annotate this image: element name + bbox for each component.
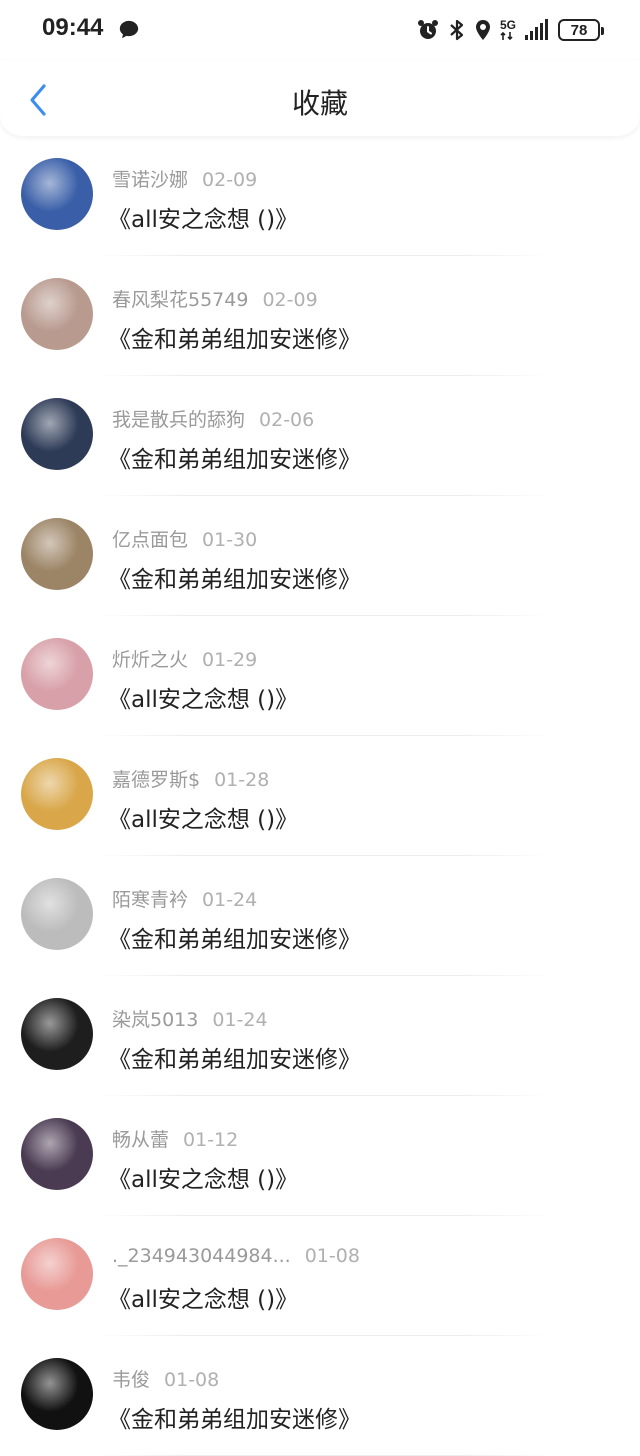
network-indicator: 5G (500, 19, 516, 41)
item-date: 02-06 (259, 409, 315, 431)
list-item[interactable]: 春风梨花55749 02-09 《金和弟弟组加安迷修》 (0, 256, 640, 376)
avatar[interactable] (21, 1118, 93, 1190)
alarm-icon (417, 20, 438, 39)
bluetooth-icon (450, 19, 464, 41)
item-title: 《金和弟弟组加安迷修》 (108, 447, 361, 473)
item-meta: 染岚5013 01-24 (112, 1005, 268, 1032)
list-item[interactable]: 陌寒青衿 01-24 《金和弟弟组加安迷修》 (0, 856, 640, 976)
battery-indicator: 78 (558, 19, 604, 41)
item-title: 《all安之念想 ()》 (108, 687, 299, 713)
item-date: 01-08 (304, 1245, 360, 1267)
avatar[interactable] (21, 758, 93, 830)
item-title: 《all安之念想 ()》 (108, 1167, 299, 1193)
username: 陌寒青衿 (112, 889, 189, 911)
status-time: 09:44 (42, 14, 104, 41)
location-icon (475, 20, 490, 40)
item-date: 01-08 (164, 1369, 220, 1391)
item-date: 01-28 (214, 769, 270, 791)
item-title: 《金和弟弟组加安迷修》 (108, 327, 361, 353)
avatar[interactable] (21, 878, 93, 950)
list-item[interactable]: ._234943044984... 01-08 《all安之念想 ()》 (0, 1216, 640, 1336)
list-item[interactable]: 染岚5013 01-24 《金和弟弟组加安迷修》 (0, 976, 640, 1096)
username: 染岚5013 (112, 1009, 199, 1031)
item-date: 01-30 (202, 529, 258, 551)
username: 畅从蕾 (112, 1129, 170, 1151)
avatar[interactable] (21, 1358, 93, 1430)
username: 嘉德罗斯$ (112, 769, 201, 791)
header: 收藏 (0, 60, 640, 136)
item-date: 01-24 (202, 889, 258, 911)
item-date: 01-24 (212, 1009, 268, 1031)
item-meta: 韦俊 01-08 (112, 1365, 219, 1392)
avatar[interactable] (21, 158, 93, 230)
item-date: 01-29 (202, 649, 258, 671)
item-meta: 炘炘之火 01-29 (112, 645, 257, 672)
list-item[interactable]: 嘉德罗斯$ 01-28 《all安之念想 ()》 (0, 736, 640, 856)
avatar[interactable] (21, 1238, 93, 1310)
battery-level: 78 (570, 21, 588, 39)
username: 我是散兵的舔狗 (112, 409, 246, 431)
username: 雪诺沙娜 (112, 169, 189, 191)
item-title: 《金和弟弟组加安迷修》 (108, 1407, 361, 1433)
username: 炘炘之火 (112, 649, 189, 671)
avatar[interactable] (21, 278, 93, 350)
username: 春风梨花55749 (112, 289, 249, 311)
username: ._234943044984... (112, 1245, 291, 1267)
item-meta: 嘉德罗斯$ 01-28 (112, 765, 269, 792)
item-meta: 我是散兵的舔狗 02-06 (112, 405, 314, 432)
network-type: 5G (499, 18, 516, 32)
avatar[interactable] (21, 518, 93, 590)
item-meta: 雪诺沙娜 02-09 (112, 165, 257, 192)
item-title: 《金和弟弟组加安迷修》 (108, 927, 361, 953)
list-item[interactable]: 雪诺沙娜 02-09 《all安之念想 ()》 (0, 136, 640, 256)
username: 亿点面包 (112, 529, 189, 551)
chat-bubble-icon (119, 20, 139, 39)
item-title: 《金和弟弟组加安迷修》 (108, 1047, 361, 1073)
item-title: 《all安之念想 ()》 (108, 207, 299, 233)
data-arrows-icon (500, 31, 513, 41)
username: 韦俊 (112, 1369, 151, 1391)
list-item[interactable]: 韦俊 01-08 《金和弟弟组加安迷修》 (0, 1336, 640, 1456)
signal-icon (525, 19, 548, 40)
list-item[interactable]: 我是散兵的舔狗 02-06 《金和弟弟组加安迷修》 (0, 376, 640, 496)
status-bar: 09:44 5G 78 (0, 0, 640, 60)
item-title: 《all安之念想 ()》 (108, 1287, 299, 1313)
item-meta: ._234943044984... 01-08 (112, 1245, 360, 1267)
list-item[interactable]: 炘炘之火 01-29 《all安之念想 ()》 (0, 616, 640, 736)
item-meta: 春风梨花55749 02-09 (112, 285, 318, 312)
item-title: 《金和弟弟组加安迷修》 (108, 567, 361, 593)
item-title: 《all安之念想 ()》 (108, 807, 299, 833)
avatar[interactable] (21, 998, 93, 1070)
item-date: 02-09 (262, 289, 318, 311)
list-item[interactable]: 亿点面包 01-30 《金和弟弟组加安迷修》 (0, 496, 640, 616)
item-meta: 亿点面包 01-30 (112, 525, 257, 552)
status-icons: 5G 78 (416, 16, 604, 44)
item-date: 02-09 (202, 169, 258, 191)
item-date: 01-12 (183, 1129, 239, 1151)
item-meta: 陌寒青衿 01-24 (112, 885, 257, 912)
avatar[interactable] (21, 398, 93, 470)
page-title: 收藏 (291, 87, 348, 120)
item-meta: 畅从蕾 01-12 (112, 1125, 238, 1152)
list-item[interactable]: 畅从蕾 01-12 《all安之念想 ()》 (0, 1096, 640, 1216)
favorites-list: 雪诺沙娜 02-09 《all安之念想 ()》 春风梨花55749 02-09 《金… (0, 136, 640, 1456)
avatar[interactable] (21, 638, 93, 710)
